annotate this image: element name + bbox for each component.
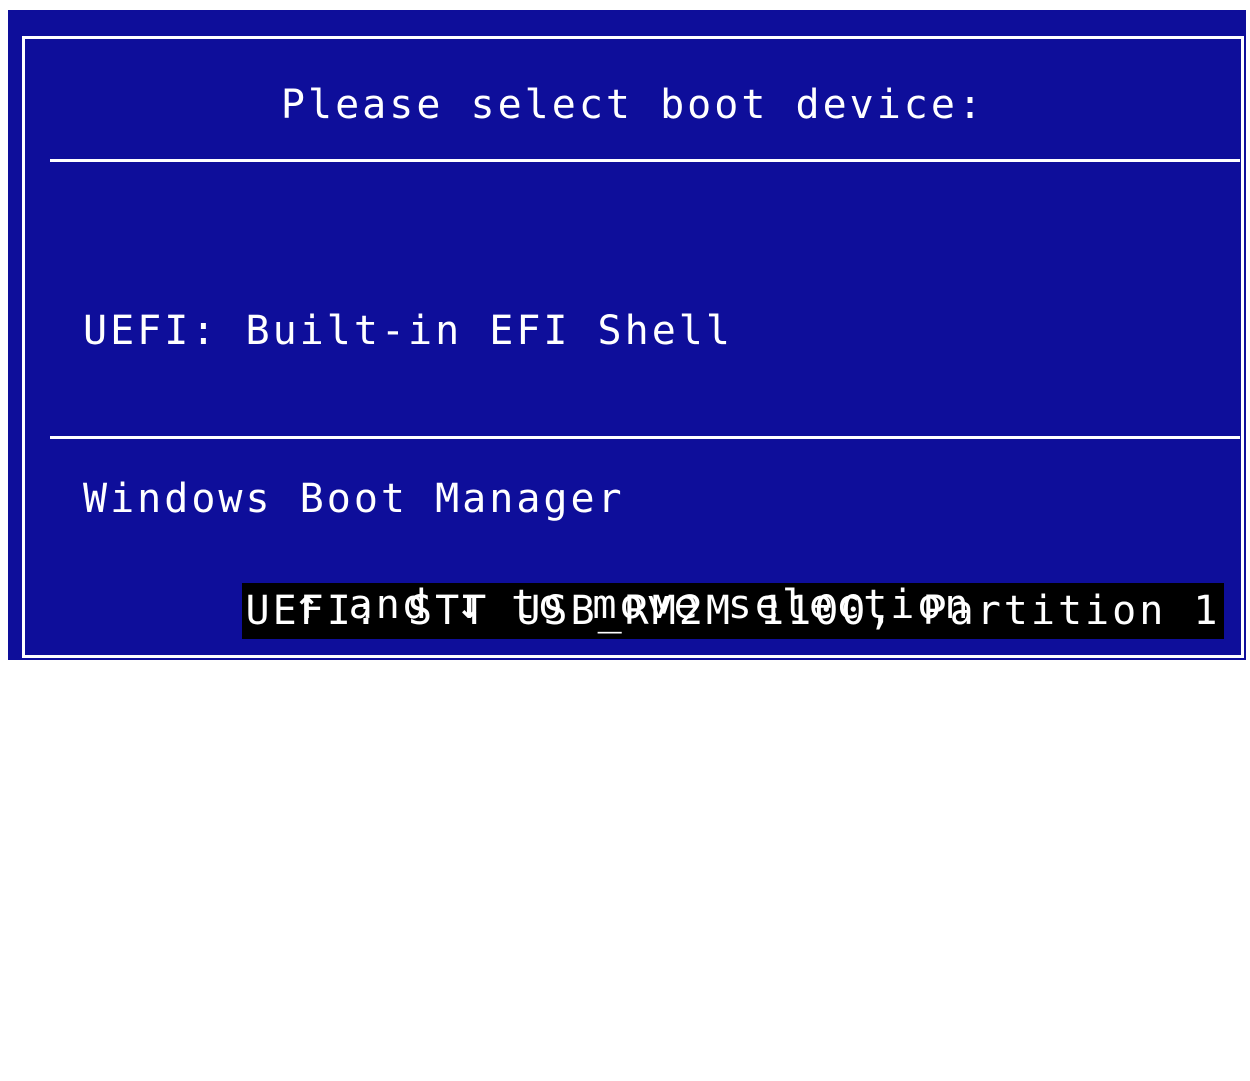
boot-menu-frame: Please select boot device: UEFI: Built-i… — [22, 36, 1244, 964]
help-and: and — [321, 582, 457, 628]
up-arrow-icon: ↑ — [294, 582, 322, 628]
bios-screen: Please select boot device: UEFI: Built-i… — [8, 10, 1246, 964]
bottom-divider — [50, 436, 1240, 439]
menu-title: Please select boot device: — [280, 82, 986, 128]
help-esc-line: ESC to boot using defaults — [280, 918, 986, 964]
top-divider — [50, 159, 1240, 162]
help-enter-line: ENTER to select boot device — [267, 750, 999, 796]
boot-option-efi-shell[interactable]: UEFI: Built-in EFI Shell — [79, 303, 1224, 359]
help-move-text: to move selection — [484, 582, 972, 628]
help-move-line: ↑ and ↓ to move selection — [25, 577, 1241, 633]
down-arrow-icon: ↓ — [456, 582, 485, 628]
help-text: ↑ and ↓ to move selection ENTER to selec… — [25, 465, 1241, 1081]
